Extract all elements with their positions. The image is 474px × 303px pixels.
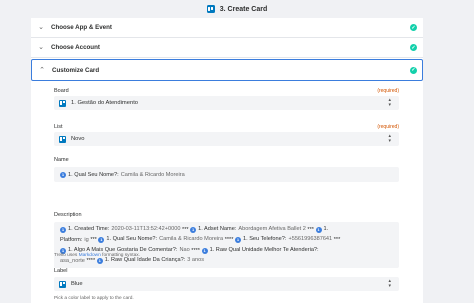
list-value: Novo xyxy=(71,136,85,142)
data-token[interactable]: Platform: ig xyxy=(60,236,89,246)
board-required: (required) xyxy=(377,88,399,94)
section-customize-card[interactable]: ⌃ Customize Card ✓ xyxy=(31,59,423,81)
markdown-link[interactable]: Markdown xyxy=(79,253,101,258)
data-token[interactable]: 1 1. Created Time: 2020-03-11T13:52:42+000… xyxy=(60,225,180,235)
label-field-label: Label xyxy=(54,268,68,274)
chevron-up-icon: ⌃ xyxy=(39,67,45,74)
label-select[interactable]: Blue ▴ ▾ xyxy=(54,277,399,291)
section-label: Customize Card xyxy=(52,66,100,74)
step-header: 3. Create Card xyxy=(0,0,474,18)
board-select[interactable]: 1. Gestão do Atendimento ▴ ▾ xyxy=(54,96,399,110)
trello-icon xyxy=(206,5,215,13)
markdown-hint: Trello uses Markdown formatting syntax. xyxy=(54,253,140,258)
description-label: Description xyxy=(54,212,82,218)
list-required: (required) xyxy=(377,124,399,130)
data-token[interactable]: 1 1. Seu Telefone?: +5561996387641 xyxy=(234,235,332,245)
list-label: List xyxy=(54,124,63,130)
trello-icon xyxy=(59,280,66,288)
description-line: 1 1. Created Time: 2020-03-11T13:52:42+000… xyxy=(60,225,329,235)
section-choose-app-event[interactable]: ⌄ Choose App & Event ✓ xyxy=(31,18,423,38)
description-input[interactable]: 1 1. Created Time: 2020-03-11T13:52:42+000… xyxy=(54,222,399,268)
description-line: Platform: ig *** 1 1. Qual Seu Nome?: Camil… xyxy=(60,235,393,245)
section-label: Choose Account xyxy=(51,44,100,51)
data-token[interactable]: 1 1. Qual Seu Nome?: Camila & Ricardo More… xyxy=(98,235,223,245)
check-icon: ✓ xyxy=(410,44,417,51)
check-icon: ✓ xyxy=(410,66,417,74)
trello-icon xyxy=(59,99,66,107)
caret-updown-icon: ▴ ▾ xyxy=(388,97,391,108)
step-title: 3. Create Card xyxy=(219,5,268,13)
data-token[interactable]: 1 1. Qual Seu Nome?: Camila & Ricardo Mo… xyxy=(60,171,185,178)
data-token[interactable]: asa_norte xyxy=(60,257,85,267)
list-select[interactable]: Novo ▴ ▾ xyxy=(54,132,399,146)
label-value: Blue xyxy=(71,281,83,287)
board-label: Board xyxy=(54,88,69,94)
data-token[interactable]: 1 1. xyxy=(315,225,328,235)
caret-updown-icon: ▴ ▾ xyxy=(388,133,391,144)
board-value: 1. Gestão do Atendimento xyxy=(71,100,139,106)
chevron-down-icon: ⌄ xyxy=(38,24,44,31)
section-choose-account[interactable]: ⌄ Choose Account ✓ xyxy=(31,38,423,58)
chevron-down-icon: ⌄ xyxy=(38,44,44,51)
section-label: Choose App & Event xyxy=(51,24,112,31)
name-label: Name xyxy=(54,157,69,163)
check-icon: ✓ xyxy=(410,24,417,31)
data-token[interactable]: 1 1. Adset Name: Abordagem Afetiva Ballet … xyxy=(190,225,306,235)
trello-icon xyxy=(59,135,66,143)
caret-updown-icon: ▴ ▾ xyxy=(388,278,391,289)
step-number-icon: 1 xyxy=(60,171,66,178)
step-panel: ⌄ Choose App & Event ✓ ⌄ Choose Account … xyxy=(31,18,423,303)
name-input[interactable]: 1 1. Qual Seu Nome?: Camila & Ricardo Mo… xyxy=(54,167,399,182)
label-hint: Pick a color label to apply to the card. xyxy=(54,296,134,301)
data-token[interactable]: 1 1. Raw Qual Unidade Melhor Te Atenderia… xyxy=(201,246,319,256)
